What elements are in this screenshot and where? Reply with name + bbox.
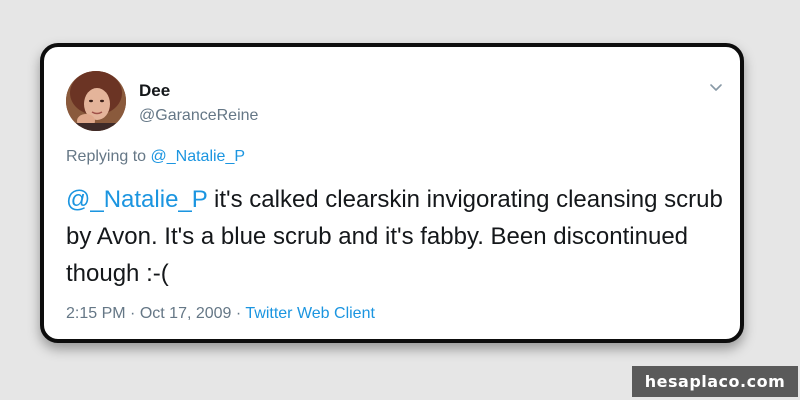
tweet-text: @_Natalie_P it's calked clearskin invigo… — [66, 181, 726, 292]
tweet-date[interactable]: Oct 17, 2009 — [140, 305, 232, 322]
watermark: hesaplaco.com — [632, 366, 798, 397]
author-handle[interactable]: @GaranceReine — [139, 107, 258, 125]
replying-to: Replying to @_Natalie_P — [66, 148, 245, 166]
replying-label: Replying to — [66, 148, 147, 165]
chevron-down-icon[interactable] — [708, 79, 724, 95]
tweet-time[interactable]: 2:15 PM — [66, 305, 126, 322]
replying-to-link[interactable]: @_Natalie_P — [151, 148, 246, 165]
avatar-image — [66, 71, 126, 131]
tweet-card: Dee @GaranceReine Replying to @_Natalie_… — [40, 43, 744, 343]
meta-separator: · — [235, 305, 242, 322]
tweet-meta: 2:15 PM · Oct 17, 2009 · Twitter Web Cli… — [66, 305, 375, 323]
tweet-client[interactable]: Twitter Web Client — [245, 305, 375, 322]
mention-link[interactable]: @_Natalie_P — [66, 186, 207, 213]
avatar[interactable] — [66, 71, 126, 131]
author-name[interactable]: Dee — [139, 81, 170, 101]
meta-separator: · — [130, 305, 136, 322]
